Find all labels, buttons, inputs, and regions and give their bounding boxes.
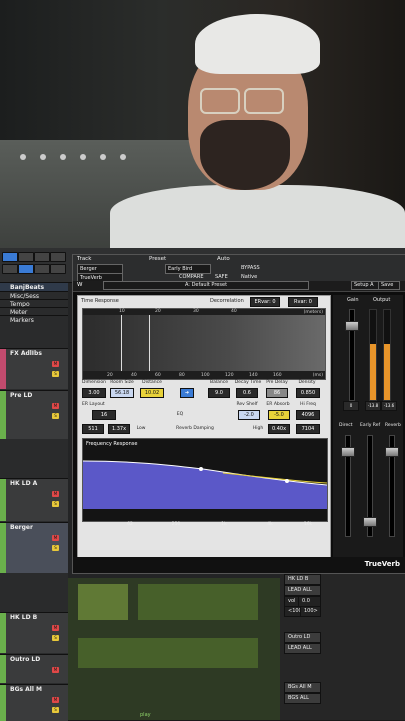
output-right-value: -13.6: [381, 401, 397, 411]
toolbar-button-7[interactable]: [34, 264, 50, 274]
decay-time-field[interactable]: 0.6: [236, 388, 258, 398]
er-layout-field[interactable]: 16: [92, 410, 116, 420]
early-ref-fader-handle[interactable]: [363, 517, 377, 527]
frequency-response-graph[interactable]: Frequency Response: [82, 438, 328, 522]
track-row-selected[interactable]: Berger M S: [0, 522, 68, 573]
dimension-field[interactable]: 3.00: [82, 388, 106, 398]
track-row[interactable]: BGs All M M S: [0, 684, 68, 721]
density-field[interactable]: 0.850: [296, 388, 320, 398]
low-freq-field[interactable]: 511: [82, 424, 104, 434]
direct-fader-handle[interactable]: [341, 447, 355, 457]
setup-button[interactable]: Setup A: [351, 281, 381, 290]
reverb-fader-handle[interactable]: [385, 447, 399, 457]
toolbar-button-3[interactable]: [34, 252, 50, 262]
toolbar-button-2[interactable]: [18, 252, 34, 262]
track-row[interactable]: HK LD A M S: [0, 478, 68, 521]
lane-bus[interactable]: BGS ALL: [284, 693, 321, 704]
track-list: BanjBeats Misc/Sess Tempo Meter Markers …: [0, 282, 68, 721]
track-row[interactable]: HK LD B M S: [0, 612, 68, 653]
lane-bus[interactable]: LEAD ALL: [284, 585, 321, 596]
toolbar-button-1[interactable]: [2, 252, 18, 262]
room-size-field[interactable]: 56.18: [110, 388, 134, 398]
waves-logo-icon: W: [77, 282, 83, 288]
output-meter-left: [369, 309, 377, 401]
toolbar-button-4[interactable]: [50, 252, 66, 262]
compare-button[interactable]: COMPARE: [177, 273, 209, 281]
lane-output[interactable]: BGs All M: [284, 682, 321, 693]
ervar-field[interactable]: ERvar: 0: [250, 297, 280, 307]
save-button[interactable]: Save: [378, 281, 400, 290]
gain-value: 0: [343, 401, 359, 411]
person-shirt: [110, 185, 405, 250]
glasses-left: [200, 88, 240, 114]
trueverb-panel: Time Response Decorrelation ERvar: 0 Rva…: [77, 295, 331, 559]
plugin-header: Track Preset Auto Berger TrueVerb Early …: [73, 255, 405, 283]
rvar-field[interactable]: Rvar: 0: [288, 297, 318, 307]
plugin-footer: TrueVerb: [73, 557, 405, 573]
fader-section: Gain Output 0 -13.8 -13.6 Direct Early R…: [333, 295, 403, 557]
rev-shelf-field[interactable]: -2.0: [238, 410, 260, 420]
hi-freq-field[interactable]: 4096: [296, 410, 320, 420]
balance-field[interactable]: 9.0: [208, 388, 230, 398]
low-ratio-field[interactable]: 1.37x: [108, 424, 130, 434]
track-row[interactable]: Outro LD M: [0, 654, 68, 683]
ruler-row: Meter: [0, 307, 68, 316]
native-label: Native: [241, 274, 258, 280]
track-row[interactable]: Pre LD M S: [0, 390, 68, 439]
er-absorb-field[interactable]: -5.0: [268, 410, 290, 420]
output-left-value: -13.8: [365, 401, 381, 411]
gain-fader-handle[interactable]: [345, 321, 359, 331]
plugin-title: TrueVerb: [364, 560, 400, 568]
meter-fill: [370, 329, 376, 400]
lane-pan-r[interactable]: 100>: [300, 606, 321, 617]
clip-area[interactable]: [68, 578, 280, 720]
time-response-graph[interactable]: (meters) (ms) 10 20 30 40 20 40 60 80 10…: [82, 308, 326, 380]
glasses-right: [244, 88, 284, 114]
play-label: play: [140, 712, 151, 718]
distance-field[interactable]: 10.02: [140, 388, 164, 398]
track-row[interactable]: BanjBeats: [0, 282, 68, 291]
safe-button[interactable]: SAFE: [213, 273, 235, 281]
toolbar-button-5[interactable]: [2, 264, 18, 274]
plugin-window: Track Preset Auto Berger TrueVerb Early …: [72, 254, 405, 574]
ruler-row: Markers: [0, 315, 68, 324]
output-meter-right: [383, 309, 391, 401]
arrow-right-icon[interactable]: ➜: [180, 388, 194, 398]
video-frame: [0, 0, 405, 250]
waves-bar: W A: Default Preset Setup A Save: [73, 281, 405, 292]
lane-output[interactable]: Outro LD: [284, 632, 321, 643]
frequency-curve: [83, 460, 327, 509]
track-row[interactable]: FX AdlIbs M S: [0, 348, 68, 389]
waves-preset-field[interactable]: A: Default Preset: [103, 281, 309, 290]
meter-fill: [384, 329, 390, 400]
toolbar-button-8[interactable]: [50, 264, 66, 274]
lane-output[interactable]: HK LD B: [284, 574, 321, 585]
person-beard: [200, 120, 290, 190]
ruler-row: Tempo: [0, 299, 68, 308]
toolbar-button-6[interactable]: [18, 264, 34, 274]
daw-window: BanjBeats Misc/Sess Tempo Meter Markers …: [0, 248, 405, 721]
bypass-button[interactable]: BYPASS: [239, 264, 267, 272]
lane-bus[interactable]: LEAD ALL: [284, 643, 321, 654]
pre-delay-field[interactable]: 86: [266, 388, 288, 398]
person-cap: [195, 14, 320, 74]
high-ratio-field[interactable]: 0.40x: [268, 424, 290, 434]
high-freq-field[interactable]: 7104: [296, 424, 320, 434]
ruler-row: Misc/Sess: [0, 291, 68, 300]
